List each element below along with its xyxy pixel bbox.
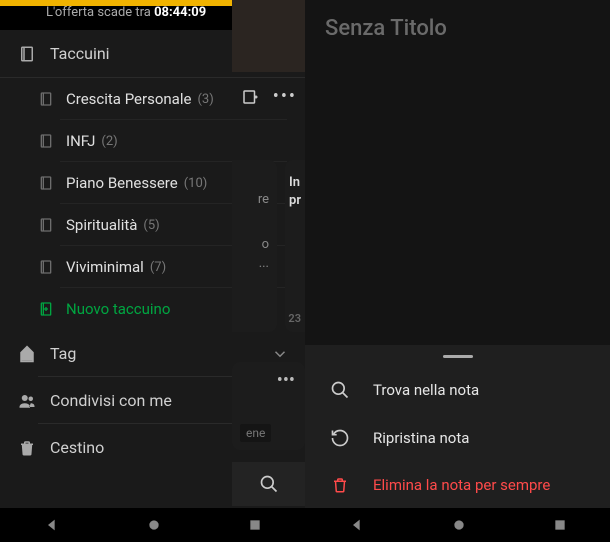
notebook-item[interactable]: Spiritualità (5) bbox=[0, 204, 305, 246]
note-title[interactable]: Senza Titolo bbox=[305, 0, 610, 57]
android-navbar bbox=[305, 508, 610, 542]
notebook-icon bbox=[38, 175, 54, 191]
menu-label: Elimina la nota per sempre bbox=[373, 476, 550, 494]
sidebar-notebooks-header[interactable]: Taccuini bbox=[0, 30, 305, 78]
chevron-down-icon bbox=[271, 345, 289, 363]
android-navbar bbox=[0, 508, 305, 542]
notebook-count: (10) bbox=[184, 176, 208, 191]
offer-prefix: L'offerta scade tra bbox=[46, 5, 154, 20]
shared-label: Condivisi con me bbox=[50, 391, 289, 410]
left-screenshot: L'offerta scade tra 08:44:09 Taccuini Cr… bbox=[0, 0, 305, 542]
notebook-count: (5) bbox=[143, 218, 159, 233]
new-notebook-button[interactable]: Nuovo taccuino bbox=[0, 288, 305, 330]
right-screenshot: Senza Titolo Trova nella nota Ripristina… bbox=[305, 0, 610, 542]
search-icon bbox=[329, 380, 351, 400]
sidebar-drawer: Taccuini Crescita Personale (3) INFJ (2)… bbox=[0, 30, 305, 508]
notebook-item[interactable]: INFJ (2) bbox=[0, 120, 305, 162]
notebook-item[interactable]: Crescita Personale (3) bbox=[0, 78, 305, 120]
nav-home-icon[interactable] bbox=[452, 518, 466, 532]
notebook-label: Spiritualità bbox=[66, 216, 137, 234]
sidebar-shared[interactable]: Condivisi con me bbox=[0, 377, 305, 424]
trash-icon bbox=[18, 439, 36, 457]
menu-delete-forever[interactable]: Elimina la nota per sempre bbox=[305, 462, 610, 508]
chevron-up-icon bbox=[271, 45, 289, 63]
nav-back-icon[interactable] bbox=[349, 517, 365, 533]
trash-icon bbox=[329, 476, 351, 494]
nav-recent-icon[interactable] bbox=[553, 518, 567, 532]
nav-back-icon[interactable] bbox=[44, 517, 60, 533]
notebook-add-icon bbox=[38, 301, 54, 317]
offer-countdown: L'offerta scade tra 08:44:09 bbox=[0, 0, 305, 30]
sidebar-trash[interactable]: Cestino bbox=[0, 424, 305, 471]
people-icon bbox=[18, 392, 36, 410]
new-notebook-label: Nuovo taccuino bbox=[66, 300, 170, 318]
restore-icon bbox=[329, 428, 351, 448]
tags-label: Tag bbox=[50, 344, 271, 363]
notebook-list: Crescita Personale (3) INFJ (2) Piano Be… bbox=[0, 78, 305, 330]
trash-label: Cestino bbox=[50, 438, 289, 457]
menu-label: Trova nella nota bbox=[373, 381, 479, 399]
notebook-icon bbox=[38, 217, 54, 233]
notebooks-label: Taccuini bbox=[50, 44, 271, 63]
notebook-count: (2) bbox=[101, 134, 117, 149]
menu-find-in-note[interactable]: Trova nella nota bbox=[305, 366, 610, 414]
notebook-label: Crescita Personale bbox=[66, 90, 191, 108]
notebook-label: INFJ bbox=[66, 132, 95, 150]
notebook-count: (3) bbox=[197, 92, 213, 107]
menu-restore-note[interactable]: Ripristina nota bbox=[305, 414, 610, 462]
sheet-handle[interactable] bbox=[443, 355, 473, 358]
nav-recent-icon[interactable] bbox=[248, 518, 262, 532]
bottom-sheet-menu: Trova nella nota Ripristina nota Elimina… bbox=[305, 345, 610, 508]
notebook-icon bbox=[18, 45, 36, 63]
notebook-label: Viviminimal bbox=[66, 258, 144, 276]
nav-home-icon[interactable] bbox=[147, 518, 161, 532]
notebook-label: Piano Benessere bbox=[66, 174, 178, 192]
notebook-item[interactable]: Piano Benessere (10) bbox=[0, 162, 305, 204]
sidebar-tags[interactable]: Tag bbox=[0, 330, 305, 377]
offer-time: 08:44:09 bbox=[154, 5, 206, 20]
menu-label: Ripristina nota bbox=[373, 429, 469, 447]
notebook-count: (7) bbox=[150, 260, 166, 275]
notebook-icon bbox=[38, 91, 54, 107]
tag-icon bbox=[18, 345, 36, 363]
notebook-icon bbox=[38, 259, 54, 275]
notebook-item[interactable]: Viviminimal (7) bbox=[0, 246, 305, 288]
notebook-icon bbox=[38, 133, 54, 149]
